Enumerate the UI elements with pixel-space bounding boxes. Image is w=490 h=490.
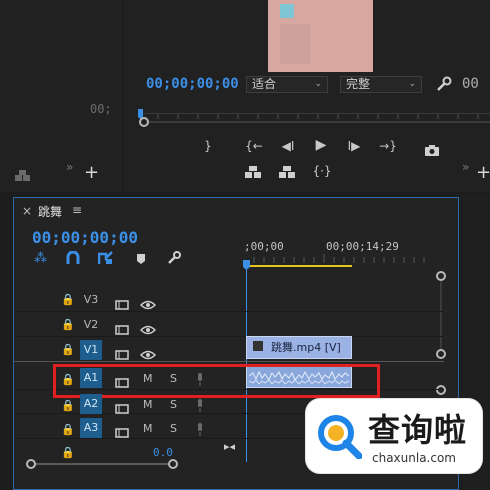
- chevron-down-icon: ⌄: [408, 79, 416, 89]
- horizontal-scroll-left-handle[interactable]: [26, 459, 36, 469]
- quality-dropdown-label: 完整: [346, 77, 371, 91]
- nest-sequence-icon[interactable]: ⁂: [34, 251, 47, 266]
- sequence-menu-icon[interactable]: ≡: [72, 203, 82, 217]
- mute-button[interactable]: M: [143, 422, 153, 435]
- program-timecode[interactable]: 00;00;00;00: [146, 76, 239, 92]
- fit-dropdown[interactable]: 适合 ⌄: [246, 76, 328, 93]
- toggle-sync-icon[interactable]: [115, 295, 129, 310]
- source-monitor-panel: [0, 0, 122, 192]
- expand-chevron-icon-right[interactable]: »: [462, 160, 469, 174]
- track-label-v3[interactable]: V3: [80, 290, 102, 310]
- vertical-scroll-top-handle[interactable]: [436, 271, 446, 281]
- track-label-v2[interactable]: V2: [80, 315, 102, 335]
- master-lock-icon[interactable]: 🔒: [61, 446, 75, 459]
- ruler-mark-label: 00;00;14;29: [326, 240, 399, 253]
- go-to-out-icon[interactable]: →}: [378, 139, 398, 153]
- lock-icon[interactable]: 🔒: [61, 293, 75, 306]
- toggle-sync-icon[interactable]: [115, 320, 129, 335]
- program-preview-frame: [268, 0, 373, 72]
- watermark-badge: 查询啦 chaxunla.com: [306, 399, 482, 473]
- video-clip-name: 跳舞.mp4 [V]: [271, 341, 341, 354]
- toggle-sync-icon[interactable]: [115, 423, 129, 438]
- ruler-start-label: ;00;00: [244, 240, 284, 253]
- track-label-v1[interactable]: V1: [80, 340, 102, 360]
- lock-icon[interactable]: 🔒: [61, 318, 75, 331]
- lock-icon[interactable]: 🔒: [61, 423, 75, 436]
- camera-icon[interactable]: [424, 141, 440, 156]
- solo-button[interactable]: S: [170, 422, 177, 435]
- step-back-icon[interactable]: ◀I: [278, 139, 298, 153]
- magnifier-logo-icon: [316, 413, 363, 460]
- vertical-scroll-handle-2[interactable]: [436, 385, 446, 395]
- linked-selection-icon[interactable]: [97, 250, 114, 264]
- track-label-a3[interactable]: A3: [80, 418, 102, 438]
- step-forward-icon[interactable]: I▶: [344, 139, 364, 153]
- lock-icon[interactable]: 🔒: [61, 343, 75, 356]
- vertical-scroll-bottom-handle[interactable]: [436, 349, 446, 359]
- video-clip[interactable]: 跳舞.mp4 [V]: [246, 336, 352, 359]
- vertical-scroll-track: [440, 281, 442, 349]
- sequence-tab-title[interactable]: 跳舞: [38, 203, 62, 220]
- export-frame-icon-left[interactable]: [14, 167, 32, 181]
- toggle-sync-icon[interactable]: [115, 399, 129, 414]
- mute-button[interactable]: M: [143, 398, 153, 411]
- chevron-down-icon: ⌄: [314, 79, 322, 89]
- lock-icon[interactable]: 🔒: [61, 399, 75, 412]
- microphone-icon[interactable]: [196, 397, 204, 412]
- eye-icon[interactable]: [139, 345, 157, 360]
- zoom-scroll-track: [149, 121, 490, 123]
- mark-out-icon[interactable]: }: [198, 139, 218, 153]
- program-scrubber-ruler[interactable]: [138, 104, 490, 119]
- eye-icon[interactable]: [139, 320, 157, 335]
- fit-dropdown-label: 适合: [252, 77, 277, 91]
- extract-icon[interactable]: [278, 164, 296, 178]
- watermark-url: chaxunla.com: [372, 451, 456, 465]
- add-marker-icon[interactable]: [136, 250, 146, 264]
- master-volume-value[interactable]: 0.0: [153, 446, 173, 459]
- horizontal-scroll-track: [36, 463, 168, 465]
- zoom-scroll-handle[interactable]: [139, 117, 149, 127]
- snap-magnet-icon[interactable]: [66, 250, 80, 264]
- horizontal-scroll-right-handle[interactable]: [168, 459, 178, 469]
- playhead-marker[interactable]: [243, 255, 250, 270]
- track-divider: [14, 311, 444, 312]
- microphone-icon[interactable]: [196, 421, 204, 436]
- source-timecode-stub: 00;: [90, 102, 112, 116]
- timeline-settings-wrench-icon[interactable]: [167, 250, 181, 264]
- go-to-in-icon[interactable]: {←: [244, 139, 264, 153]
- film-icon: [253, 341, 263, 351]
- timeline-ruler[interactable]: [244, 253, 444, 267]
- add-button-left[interactable]: +: [84, 164, 99, 182]
- expand-chevron-icon-left[interactable]: »: [66, 160, 73, 174]
- add-button-right[interactable]: +: [476, 164, 490, 182]
- close-tab-icon[interactable]: ×: [22, 204, 32, 218]
- program-timecode-right-stub: 00: [462, 76, 479, 92]
- go-to-end-icon[interactable]: ▸◂: [224, 440, 235, 453]
- timeline-timecode[interactable]: 00;00;00;00: [32, 228, 138, 247]
- trim-icon[interactable]: {·}: [310, 164, 334, 178]
- play-icon[interactable]: ▶: [311, 137, 331, 153]
- track-label-a2[interactable]: A2: [80, 394, 102, 414]
- highlight-box: [53, 364, 380, 398]
- watermark-text: 查询啦: [368, 411, 468, 449]
- toggle-sync-icon[interactable]: [115, 345, 129, 360]
- quality-dropdown[interactable]: 完整 ⌄: [340, 76, 422, 93]
- video-audio-divider: [14, 361, 444, 362]
- solo-button[interactable]: S: [170, 398, 177, 411]
- track-divider: [14, 336, 444, 337]
- wrench-icon[interactable]: [436, 76, 452, 92]
- lift-icon[interactable]: [244, 164, 262, 178]
- eye-icon[interactable]: [139, 295, 157, 310]
